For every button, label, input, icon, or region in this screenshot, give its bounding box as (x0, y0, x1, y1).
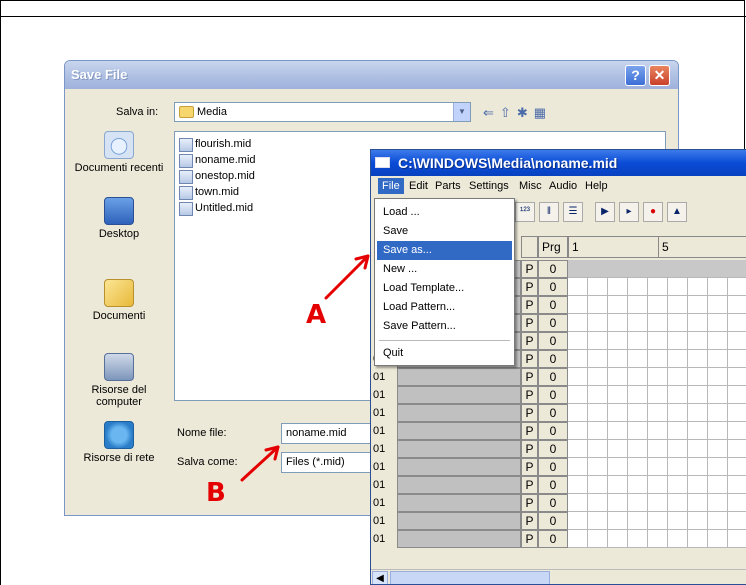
arrow-b (240, 445, 280, 482)
annotation-a: A (306, 300, 327, 330)
arrow-a (324, 254, 370, 300)
annotation-arrows (240, 254, 370, 482)
annotation-b: B (206, 478, 226, 508)
